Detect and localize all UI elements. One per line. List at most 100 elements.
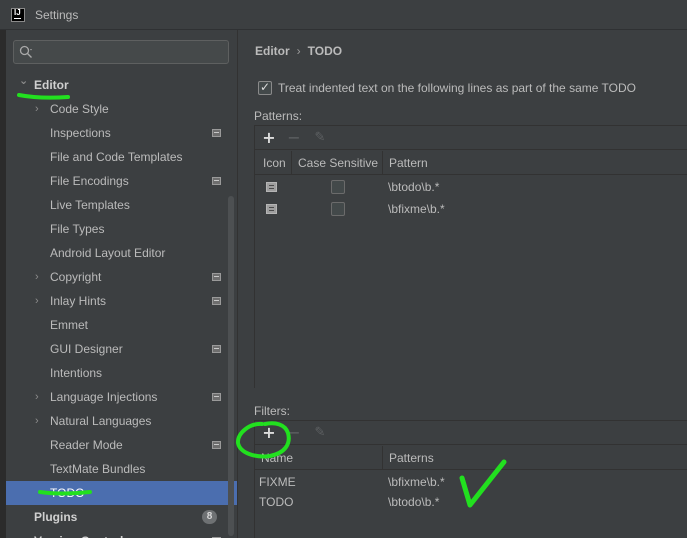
sidebar-item-label: Version Control xyxy=(34,529,123,538)
treat-indented-checkbox[interactable] xyxy=(258,80,272,95)
sidebar-item-version-control[interactable]: › Version Control xyxy=(6,529,237,538)
sidebar-item-textmate-bundles[interactable]: TextMate Bundles xyxy=(6,457,237,481)
title-bar: IJ Settings xyxy=(0,0,687,30)
project-settings-icon xyxy=(212,129,221,137)
chevron-right-icon[interactable]: › xyxy=(19,529,29,538)
filter-row[interactable]: FIXME \bfixme\b.* xyxy=(255,472,687,492)
project-settings-icon xyxy=(212,345,221,353)
sidebar-item-natural-languages[interactable]: › Natural Languages xyxy=(6,409,237,433)
filter-patterns-cell: \bfixme\b.* xyxy=(388,475,445,489)
sidebar-item-label: Intentions xyxy=(50,366,103,380)
filters-table-header: Name Patterns xyxy=(255,446,687,470)
filter-name-cell: TODO xyxy=(259,495,294,509)
breadcrumb: Editor › TODO xyxy=(255,44,342,58)
case-sensitive-checkbox[interactable] xyxy=(331,202,345,216)
sidebar-item-plugins[interactable]: Plugins 8 xyxy=(6,505,237,529)
sidebar-item-emmet[interactable]: Emmet xyxy=(6,313,237,337)
chevron-right-icon[interactable]: › xyxy=(35,265,45,289)
column-header-name[interactable]: Name xyxy=(255,446,383,470)
sidebar-item-label: Plugins xyxy=(34,510,78,524)
sidebar-item-gui-designer[interactable]: GUI Designer xyxy=(6,337,237,361)
sidebar-item-label: File Types xyxy=(50,222,105,236)
sidebar-item-label: Language Injections xyxy=(50,390,158,404)
project-settings-icon xyxy=(212,393,221,401)
patterns-label: Patterns: xyxy=(254,109,303,123)
column-header-patterns[interactable]: Patterns xyxy=(383,446,687,470)
chevron-right-icon[interactable]: › xyxy=(35,97,45,121)
sidebar-item-reader-mode[interactable]: Reader Mode xyxy=(6,433,237,457)
pattern-row[interactable]: \btodo\b.* xyxy=(255,176,687,198)
filter-row[interactable]: TODO \btodo\b.* xyxy=(255,492,687,512)
sidebar-item-editor[interactable]: ⌄ Editor xyxy=(6,73,237,97)
sidebar-item-label: Reader Mode xyxy=(50,438,123,452)
filter-patterns-cell: \btodo\b.* xyxy=(388,495,440,509)
project-settings-icon xyxy=(212,273,221,281)
chevron-right-icon[interactable]: › xyxy=(35,289,45,313)
sidebar-item-copyright[interactable]: › Copyright xyxy=(6,265,237,289)
sidebar-item-label: TODO xyxy=(50,486,85,500)
sidebar-item-label: Natural Languages xyxy=(50,414,152,428)
sidebar-item-todo[interactable]: TODO xyxy=(6,481,237,505)
column-header-case-sensitive[interactable]: Case Sensitive xyxy=(292,151,383,175)
project-settings-icon xyxy=(212,177,221,185)
plugins-count-badge: 8 xyxy=(202,510,217,524)
add-pattern-button[interactable]: + xyxy=(259,128,279,148)
sidebar-item-label: Code Style xyxy=(50,102,109,116)
patterns-toolbar: + − ✎ xyxy=(255,126,687,150)
breadcrumb-current: TODO xyxy=(307,44,343,58)
case-sensitive-checkbox[interactable] xyxy=(331,180,345,194)
sidebar-item-file-types[interactable]: File Types xyxy=(6,217,237,241)
sidebar-item-label: File Encodings xyxy=(50,174,129,188)
sidebar-item-language-injections[interactable]: › Language Injections xyxy=(6,385,237,409)
chevron-down-icon[interactable]: ⌄ xyxy=(19,69,29,93)
pattern-cell: \bfixme\b.* xyxy=(388,202,445,216)
search-icon xyxy=(19,45,32,58)
settings-sidebar: ⌄ Editor › Code Style Inspections File and Co… xyxy=(6,30,238,538)
patterns-table-header: Icon Case Sensitive Pattern xyxy=(255,151,687,175)
breadcrumb-parent[interactable]: Editor xyxy=(255,44,290,58)
sidebar-item-label: Android Layout Editor xyxy=(50,246,166,260)
filters-toolbar: + − ✎ xyxy=(255,421,687,445)
remove-filter-button[interactable]: − xyxy=(284,423,304,443)
sidebar-item-code-style[interactable]: › Code Style xyxy=(6,97,237,121)
remove-pattern-button[interactable]: − xyxy=(284,128,304,148)
filters-table-body: FIXME \bfixme\b.* TODO \btodo\b.* xyxy=(255,471,687,538)
sidebar-item-label: File and Code Templates xyxy=(50,150,183,164)
pattern-row[interactable]: \bfixme\b.* xyxy=(255,198,687,220)
todo-settings-panel: Editor › TODO Treat indented text on the f… xyxy=(238,30,687,538)
column-header-icon[interactable]: Icon xyxy=(257,151,292,175)
breadcrumb-separator: › xyxy=(296,44,301,58)
intellij-icon: IJ xyxy=(11,8,25,22)
sidebar-item-inspections[interactable]: Inspections xyxy=(6,121,237,145)
sidebar-item-label: Inspections xyxy=(50,126,111,140)
todo-icon xyxy=(266,204,277,214)
column-header-pattern[interactable]: Pattern xyxy=(383,151,687,175)
search-input[interactable] xyxy=(13,40,229,64)
edit-pattern-button[interactable]: ✎ xyxy=(310,128,330,148)
project-settings-icon xyxy=(212,297,221,305)
chevron-right-icon[interactable]: › xyxy=(35,409,45,433)
filter-name-cell: FIXME xyxy=(259,475,296,489)
sidebar-item-intentions[interactable]: Intentions xyxy=(6,361,237,385)
filters-panel: + − ✎ Name Patterns FIXME \bfixme\b.* TODO… xyxy=(254,420,687,538)
sidebar-item-live-templates[interactable]: Live Templates xyxy=(6,193,237,217)
sidebar-item-label: Copyright xyxy=(50,270,102,284)
treat-indented-label[interactable]: Treat indented text on the following lin… xyxy=(278,81,636,95)
pattern-cell: \btodo\b.* xyxy=(388,180,440,194)
sidebar-item-label: Live Templates xyxy=(50,198,130,212)
add-filter-button[interactable]: + xyxy=(259,423,279,443)
filters-label: Filters: xyxy=(254,404,290,418)
sidebar-item-label: Emmet xyxy=(50,318,89,332)
edit-filter-button[interactable]: ✎ xyxy=(310,423,330,443)
sidebar-item-file-encodings[interactable]: File Encodings xyxy=(6,169,237,193)
sidebar-item-label: TextMate Bundles xyxy=(50,462,146,476)
sidebar-item-android-layout-editor[interactable]: Android Layout Editor xyxy=(6,241,237,265)
sidebar-item-inlay-hints[interactable]: › Inlay Hints xyxy=(6,289,237,313)
sidebar-item-file-and-code-templates[interactable]: File and Code Templates xyxy=(6,145,237,169)
chevron-right-icon[interactable]: › xyxy=(35,385,45,409)
sidebar-item-label: Editor xyxy=(34,78,69,92)
project-settings-icon xyxy=(212,441,221,449)
sidebar-scrollbar[interactable] xyxy=(228,196,234,536)
sidebar-item-label: Inlay Hints xyxy=(50,294,107,308)
patterns-table-body: \btodo\b.* \bfixme\b.* xyxy=(255,176,687,388)
